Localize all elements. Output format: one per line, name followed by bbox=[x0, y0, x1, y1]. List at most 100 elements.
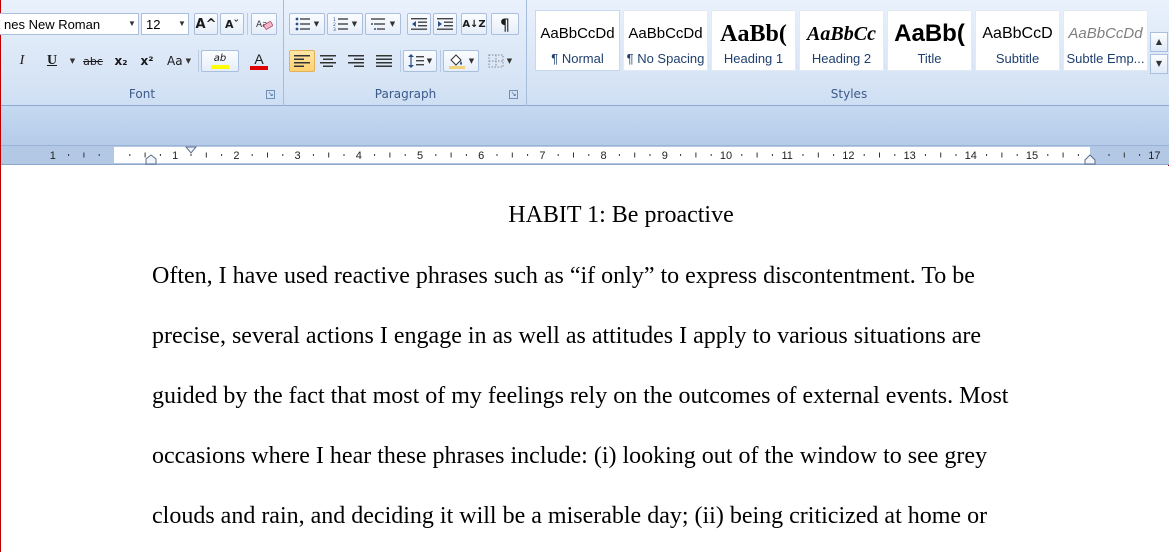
subscript-button[interactable]: x₂ bbox=[109, 50, 133, 72]
grow-font-button[interactable]: A^ bbox=[194, 13, 218, 35]
numbering-icon: 1 2 3 bbox=[333, 17, 348, 31]
borders-button[interactable]: ▼ bbox=[481, 50, 519, 72]
ruler-tick bbox=[129, 154, 131, 156]
chevron-down-icon[interactable]: ▼ bbox=[126, 14, 138, 34]
paragraph-line: Often, I have used reactive phrases such… bbox=[152, 263, 975, 289]
strikethrough-label: abc bbox=[83, 54, 103, 68]
chevron-down-icon: ▼ bbox=[389, 20, 396, 28]
increase-indent-button[interactable] bbox=[433, 13, 457, 35]
paragraph-line: precise, several actions I engage in as … bbox=[152, 323, 982, 349]
subscript-label: x₂ bbox=[114, 54, 128, 68]
font-color-icon: A bbox=[254, 51, 264, 67]
align-center-button[interactable] bbox=[315, 50, 341, 72]
font-size-combo[interactable]: 12 ▼ bbox=[141, 13, 189, 35]
document-page[interactable]: HABIT 1: Be proactive Often, I have used… bbox=[1, 166, 1169, 552]
ruler-ticks: 1 1 2 3 4 5 6 7 8 9 10 11 12 13 14 15 17 bbox=[50, 146, 1161, 165]
ruler-tick bbox=[1001, 152, 1003, 158]
font-size-value: 12 bbox=[146, 16, 161, 32]
separator bbox=[247, 13, 248, 35]
style-sample: AaBbCc bbox=[807, 23, 876, 45]
ruler-tick bbox=[924, 154, 926, 156]
borders-icon bbox=[488, 54, 504, 68]
style-no-spacing[interactable]: AaBbCcDd ¶ No Spacing bbox=[623, 10, 708, 71]
multilevel-list-button[interactable]: ▼ bbox=[365, 13, 401, 35]
font-color-button[interactable]: A bbox=[241, 50, 277, 72]
text-highlight-button[interactable]: ab bbox=[201, 50, 239, 72]
style-subtle-emphasis[interactable]: AaBbCcDd Subtle Emp... bbox=[1063, 10, 1148, 71]
line-spacing-button[interactable]: ▼ bbox=[403, 50, 437, 72]
ruler-tick bbox=[771, 154, 773, 156]
ruler-tick bbox=[1139, 154, 1141, 156]
ruler-label: 3 bbox=[295, 150, 301, 162]
multilevel-list-icon bbox=[370, 18, 385, 30]
underline-button[interactable]: U bbox=[39, 50, 65, 72]
font-dialog-launcher-icon[interactable]: ↘ bbox=[266, 90, 275, 99]
ruler-tick bbox=[328, 152, 330, 158]
ruler-tick bbox=[267, 152, 268, 158]
horizontal-ruler[interactable]: 1 1 2 3 4 5 6 7 8 9 10 11 12 13 14 15 17 bbox=[1, 146, 1169, 165]
ruler-tick bbox=[389, 152, 391, 158]
highlight-icon: ab bbox=[213, 53, 227, 64]
paragraph-dialog-launcher-icon[interactable]: ↘ bbox=[509, 90, 518, 99]
style-title[interactable]: AaBb( Title bbox=[887, 10, 972, 71]
ruler-label: 1 bbox=[50, 150, 56, 162]
ruler-tick bbox=[404, 154, 406, 156]
align-left-button[interactable] bbox=[289, 50, 315, 72]
ruler-label: 4 bbox=[356, 150, 362, 162]
style-sample: AaBb( bbox=[894, 20, 965, 47]
ruler-tick bbox=[1062, 152, 1064, 158]
shading-button[interactable]: ▼ bbox=[443, 50, 479, 72]
ruler-label: 8 bbox=[601, 150, 607, 162]
font-name-combo[interactable]: nes New Roman ▼ bbox=[0, 13, 139, 35]
font-group-label: Font bbox=[128, 87, 156, 101]
bullets-button[interactable]: ▼ bbox=[289, 13, 325, 35]
grow-font-icon: A^ bbox=[195, 16, 217, 32]
justify-button[interactable] bbox=[371, 50, 397, 72]
superscript-button[interactable]: x² bbox=[135, 50, 159, 72]
ruler-tick bbox=[756, 152, 758, 158]
ruler-tick bbox=[83, 152, 85, 158]
superscript-label: x² bbox=[140, 54, 154, 68]
ruler-tick bbox=[802, 154, 804, 156]
italic-label: I bbox=[19, 53, 25, 68]
shrink-font-icon: Aˇ bbox=[224, 17, 239, 31]
ruler-tick bbox=[190, 154, 192, 156]
ruler-tick bbox=[695, 152, 697, 158]
style-name: Title bbox=[917, 51, 942, 66]
change-case-button[interactable]: Aa ▼ bbox=[163, 50, 195, 72]
gallery-more-icon[interactable]: ▼ bbox=[1150, 54, 1168, 74]
paint-bucket-icon bbox=[448, 54, 465, 69]
highlight-color-bar bbox=[211, 65, 229, 69]
underline-dropdown[interactable]: ▼ bbox=[65, 50, 77, 72]
ruler-tick bbox=[1077, 154, 1079, 156]
ruler-tick bbox=[1108, 154, 1110, 156]
shrink-font-button[interactable]: Aˇ bbox=[220, 13, 244, 35]
chevron-down-icon: ▼ bbox=[426, 57, 433, 65]
show-hide-marks-button[interactable]: ¶ bbox=[491, 13, 519, 35]
style-sample: AaBbCcDd bbox=[540, 25, 615, 42]
style-normal[interactable]: AaBbCcDd ¶ Normal bbox=[535, 10, 620, 71]
clear-formatting-button[interactable]: Aa bbox=[251, 13, 277, 35]
numbering-button[interactable]: 1 2 3 ▼ bbox=[327, 13, 363, 35]
italic-button[interactable]: I bbox=[9, 50, 35, 72]
ruler-tick bbox=[374, 154, 376, 156]
ruler-tick bbox=[527, 154, 529, 156]
ruler-tick bbox=[450, 152, 452, 158]
style-subtitle[interactable]: AaBbCcD Subtitle bbox=[975, 10, 1060, 71]
align-right-button[interactable] bbox=[343, 50, 369, 72]
ruler-tick bbox=[817, 152, 819, 158]
sort-button[interactable]: A↓Z bbox=[461, 13, 487, 35]
strikethrough-button[interactable]: abc bbox=[79, 50, 107, 72]
ruler-tick bbox=[986, 154, 988, 156]
ruler-label: 7 bbox=[539, 150, 545, 162]
align-center-icon bbox=[320, 55, 336, 67]
chevron-down-icon[interactable]: ▼ bbox=[176, 14, 188, 34]
gallery-scroll-up-icon[interactable]: ▲ bbox=[1150, 32, 1168, 52]
ruler-label: 10 bbox=[720, 150, 732, 162]
chevron-down-icon: ▼ bbox=[351, 20, 358, 28]
change-case-label: Aa bbox=[167, 54, 183, 68]
style-heading-2[interactable]: AaBbCc Heading 2 bbox=[799, 10, 884, 71]
decrease-indent-button[interactable] bbox=[407, 13, 431, 35]
styles-group-label: Styles bbox=[830, 87, 868, 101]
style-heading-1[interactable]: AaBb( Heading 1 bbox=[711, 10, 796, 71]
